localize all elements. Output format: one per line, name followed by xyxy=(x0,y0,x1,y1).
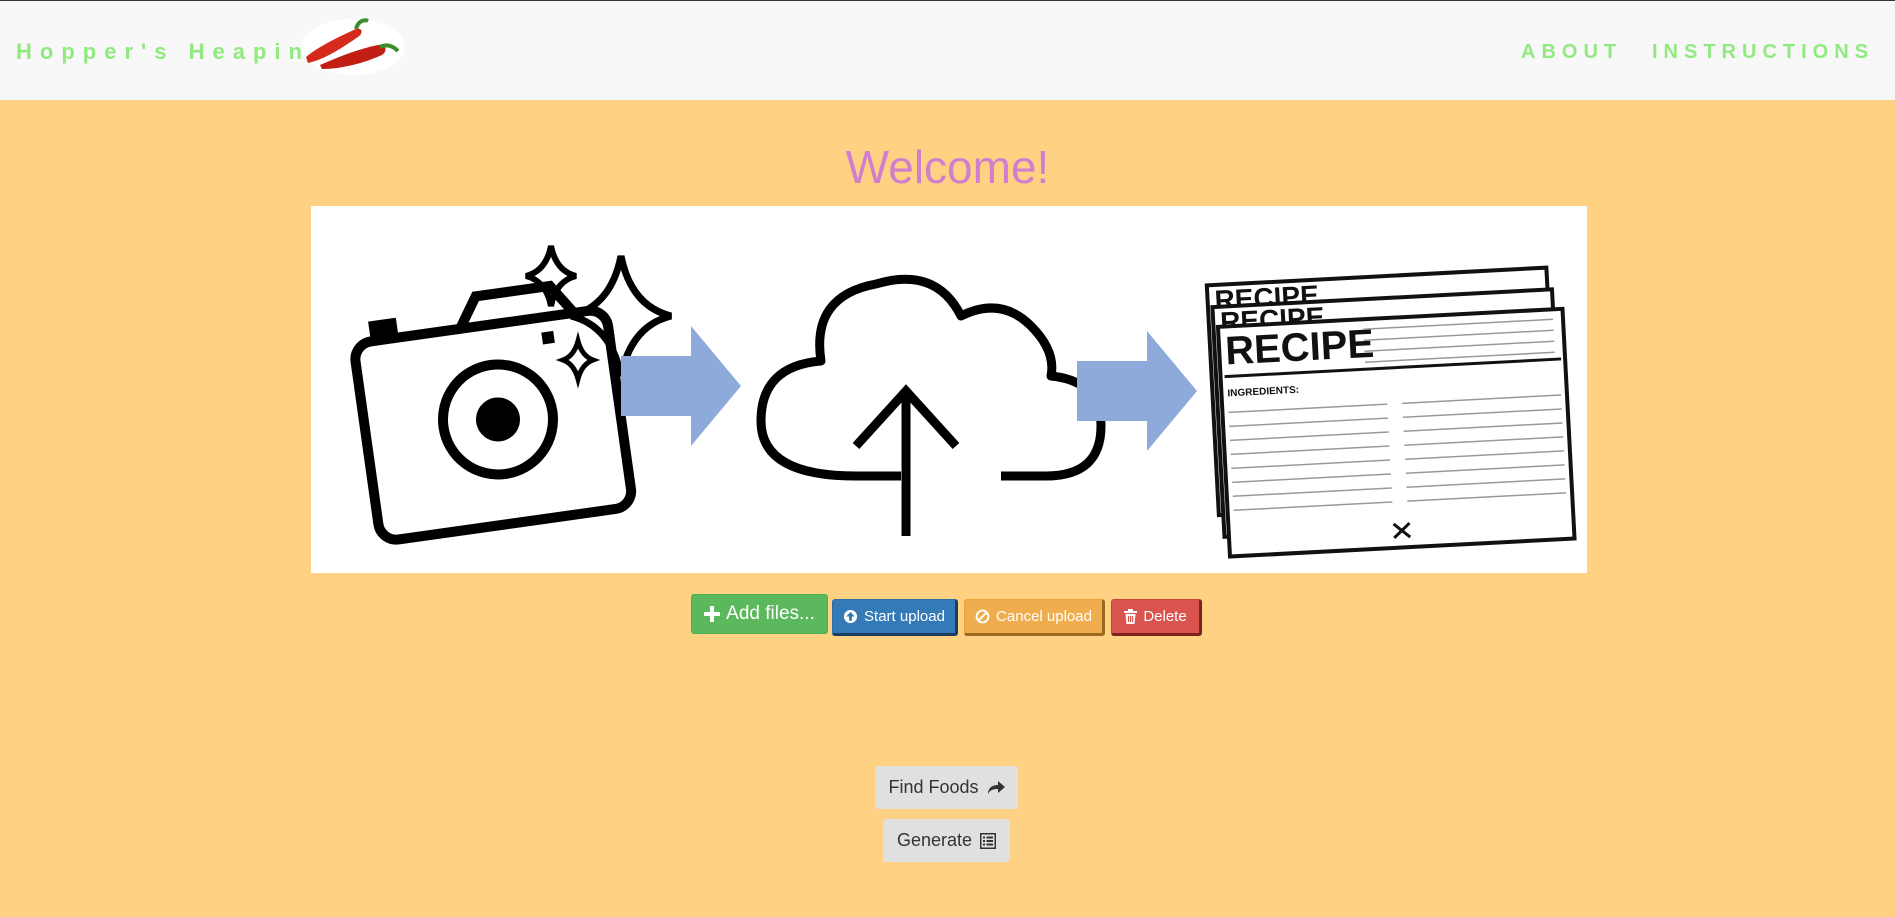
add-files-button[interactable]: Add files... xyxy=(691,594,828,634)
share-arrow-icon xyxy=(987,780,1005,796)
generate-label: Generate xyxy=(896,830,973,850)
svg-text:RECIPE: RECIPE xyxy=(1224,322,1375,374)
cancel-upload-button[interactable]: Cancel upload xyxy=(964,599,1105,636)
find-foods-button[interactable]: Find Foods xyxy=(875,766,1018,809)
generate-button[interactable]: Generate xyxy=(883,819,1010,862)
cancel-upload-label: Cancel upload xyxy=(996,608,1092,625)
trash-icon xyxy=(1124,609,1138,624)
page-title: Welcome! xyxy=(845,141,1050,193)
brand-title[interactable]: Hopper's Heapin' xyxy=(16,39,323,65)
navbar: Hopper's Heapin' ABOUT INSTRUCTIONS xyxy=(0,0,1895,100)
cloud-upload-icon xyxy=(756,274,1106,536)
find-foods-label: Find Foods xyxy=(888,777,979,797)
delete-button[interactable]: Delete xyxy=(1111,599,1202,636)
chili-peppers-icon xyxy=(301,18,405,75)
start-upload-button[interactable]: Start upload xyxy=(832,599,958,636)
arrow-right-icon xyxy=(1077,331,1197,451)
plus-icon xyxy=(704,606,721,622)
recipe-cards-icon: RECIPE RECIPE RECIPE INGREDIENTS: xyxy=(1204,265,1577,559)
nav-about-link[interactable]: ABOUT xyxy=(1521,41,1622,64)
circle-arrow-up-icon xyxy=(843,609,858,624)
hero-image: RECIPE RECIPE RECIPE INGREDIENTS: xyxy=(311,206,1587,573)
nav-instructions-link[interactable]: INSTRUCTIONS xyxy=(1652,41,1874,64)
add-files-label: Add files... xyxy=(726,603,815,624)
arrow-right-icon xyxy=(621,326,741,446)
list-alt-icon xyxy=(980,832,997,849)
delete-label: Delete xyxy=(1143,608,1187,625)
ban-icon xyxy=(975,609,990,624)
start-upload-label: Start upload xyxy=(864,608,945,625)
